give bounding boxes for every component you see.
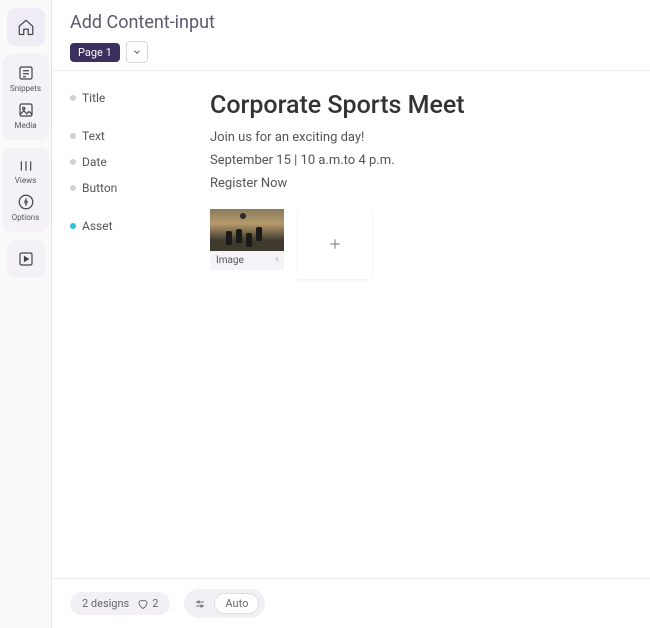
preview-text[interactable]: Join us for an exciting day!: [210, 130, 632, 145]
field-item-asset[interactable]: Asset: [70, 219, 170, 233]
sliders-icon: [194, 598, 206, 610]
designs-count-label: 2 designs: [82, 597, 129, 610]
options-icon: [17, 193, 35, 211]
sidebar-label-media: Media: [14, 121, 36, 130]
field-item-title[interactable]: Title: [70, 91, 170, 105]
preview-title[interactable]: Corporate Sports Meet: [210, 91, 632, 120]
field-item-date[interactable]: Date: [70, 155, 170, 169]
field-label: Text: [82, 129, 105, 143]
designs-pill[interactable]: 2 designs 2: [70, 592, 170, 615]
content-area: Title Text Date Button Asset Corporate S…: [52, 71, 650, 578]
field-item-text[interactable]: Text: [70, 129, 170, 143]
asset-caption-bar: Image: [210, 251, 284, 270]
page-selector-bar: Page 1: [52, 41, 650, 71]
media-icon: [17, 101, 35, 119]
field-label: Date: [82, 155, 107, 169]
field-dot: [70, 185, 76, 191]
field-dot: [70, 95, 76, 101]
sidebar-label-options: Options: [12, 213, 40, 222]
sidebar-group-content: Snippets Media: [2, 54, 50, 140]
snippets-icon: [17, 64, 35, 82]
sidebar-item-views[interactable]: Views: [4, 154, 48, 189]
main-panel: Add Content-input Page 1 Title Text Date: [52, 0, 650, 628]
sidebar-item-options[interactable]: Options: [4, 189, 48, 226]
heart-icon: [137, 598, 149, 610]
chevron-down-icon: [132, 47, 142, 57]
footer-bar: 2 designs 2 Auto: [52, 578, 650, 628]
page-badge[interactable]: Page 1: [70, 43, 120, 62]
sidebar-item-media[interactable]: Media: [4, 97, 48, 134]
field-list: Title Text Date Button Asset: [70, 91, 170, 578]
page-dropdown-button[interactable]: [126, 41, 148, 63]
play-button[interactable]: [7, 240, 45, 278]
sidebar-label-snippets: Snippets: [10, 84, 41, 93]
sidebar-item-snippets[interactable]: Snippets: [4, 60, 48, 97]
views-icon: [17, 158, 35, 174]
asset-row: Image: [210, 209, 632, 279]
favorites-count: 2: [137, 597, 158, 610]
content-preview: Corporate Sports Meet Join us for an exc…: [210, 91, 632, 578]
preview-date[interactable]: September 15 | 10 a.m.to 4 p.m.: [210, 153, 632, 168]
asset-pin-icon[interactable]: [270, 257, 278, 265]
asset-tile[interactable]: Image: [210, 209, 284, 279]
preview-button-label[interactable]: Register Now: [210, 176, 632, 191]
asset-thumbnail: [210, 209, 284, 251]
play-icon: [17, 250, 35, 268]
asset-caption-label: Image: [216, 255, 244, 266]
field-label: Title: [82, 91, 105, 105]
field-label: Asset: [82, 219, 113, 233]
field-dot: [70, 159, 76, 165]
page-title: Add Content-input: [52, 0, 650, 41]
sidebar-group-config: Views Options: [2, 148, 50, 232]
auto-pill[interactable]: Auto: [184, 589, 265, 618]
sidebar-label-views: Views: [15, 176, 36, 185]
auto-label: Auto: [214, 593, 259, 614]
home-icon: [17, 18, 35, 36]
field-dot-active: [70, 223, 76, 229]
plus-icon: [328, 237, 342, 251]
field-dot: [70, 133, 76, 139]
add-asset-button[interactable]: [298, 209, 372, 279]
home-button[interactable]: [7, 8, 45, 46]
field-item-button[interactable]: Button: [70, 181, 170, 195]
fav-count-value: 2: [152, 597, 158, 610]
left-sidebar: Snippets Media Views Options: [0, 0, 52, 628]
field-label: Button: [82, 181, 117, 195]
